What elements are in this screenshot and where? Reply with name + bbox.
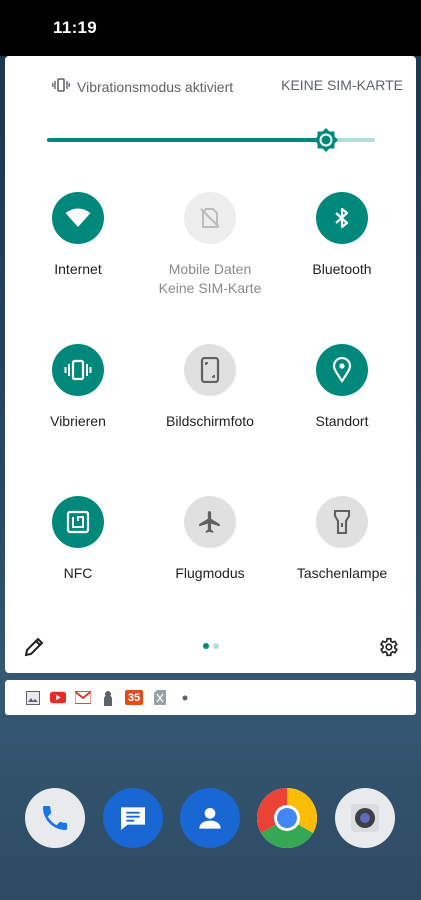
brightness-thumb[interactable] bbox=[313, 127, 339, 153]
location-icon bbox=[316, 344, 368, 396]
tile-location[interactable]: Standort bbox=[277, 344, 407, 431]
carrier-label: KEINE SIM-KARTE bbox=[281, 77, 403, 93]
contacts-icon[interactable] bbox=[180, 788, 240, 848]
bluetooth-icon bbox=[316, 192, 368, 244]
tile-airplane-label: Flugmodus bbox=[175, 565, 245, 581]
person-icon bbox=[100, 690, 116, 706]
more-dot-icon bbox=[177, 690, 193, 706]
tile-vibrate-label: Vibrieren bbox=[50, 413, 106, 429]
calendar-icon: 35 bbox=[125, 690, 143, 705]
brightness-slider[interactable] bbox=[47, 126, 375, 154]
page-dot bbox=[213, 643, 219, 649]
settings-gear-icon[interactable] bbox=[377, 636, 399, 658]
youtube-icon bbox=[50, 690, 66, 706]
tile-screenshot[interactable]: Bildschirmfoto bbox=[145, 344, 275, 431]
page-dot bbox=[203, 643, 209, 649]
home-dock bbox=[0, 788, 421, 850]
edit-icon[interactable] bbox=[23, 636, 45, 658]
tile-flashlight[interactable]: Taschenlampe bbox=[277, 496, 407, 583]
tile-screenshot-label: Bildschirmfoto bbox=[166, 413, 254, 429]
tile-mobile-data-sublabel: Keine SIM-Karte bbox=[158, 280, 262, 296]
wifi-icon bbox=[52, 192, 104, 244]
tile-bluetooth-label: Bluetooth bbox=[312, 261, 372, 277]
tile-mobile-data[interactable]: Mobile Daten Keine SIM-Karte bbox=[145, 192, 275, 298]
gmail-icon bbox=[75, 690, 91, 706]
vibrate-small-icon bbox=[52, 77, 70, 96]
camera-icon[interactable] bbox=[335, 788, 395, 848]
brightness-icon bbox=[314, 128, 338, 152]
airplane-icon bbox=[184, 496, 236, 548]
clock: 11:19 bbox=[53, 18, 98, 37]
tile-vibrate[interactable]: Vibrieren bbox=[13, 344, 143, 431]
tile-nfc[interactable]: NFC bbox=[13, 496, 143, 583]
messages-icon[interactable] bbox=[103, 788, 163, 848]
page-indicator bbox=[203, 643, 219, 649]
tile-flashlight-label: Taschenlampe bbox=[296, 565, 388, 581]
tile-mobile-data-label: Mobile Daten bbox=[168, 261, 252, 277]
notification-icons-bar[interactable]: 35 bbox=[5, 680, 416, 715]
gallery-icon bbox=[25, 690, 41, 706]
phone-icon[interactable] bbox=[25, 788, 85, 848]
tile-airplane[interactable]: Flugmodus bbox=[145, 496, 275, 583]
nfc-icon bbox=[52, 496, 104, 548]
vibration-status: Vibrationsmodus aktiviert bbox=[52, 77, 233, 96]
screenshot-icon bbox=[184, 344, 236, 396]
flashlight-icon bbox=[316, 496, 368, 548]
sim-icon bbox=[152, 690, 168, 706]
mobile-data-icon bbox=[184, 192, 236, 244]
tile-location-label: Standort bbox=[315, 413, 369, 429]
tile-bluetooth[interactable]: Bluetooth bbox=[277, 192, 407, 279]
vibrate-icon bbox=[52, 344, 104, 396]
status-bar: 11:19 bbox=[0, 0, 421, 56]
tile-internet-label: Internet bbox=[54, 261, 102, 277]
chrome-icon[interactable] bbox=[257, 788, 317, 848]
tile-internet[interactable]: Internet bbox=[13, 192, 143, 279]
brightness-fill bbox=[47, 138, 326, 142]
tile-nfc-label: NFC bbox=[63, 565, 93, 581]
vibration-status-text: Vibrationsmodus aktiviert bbox=[77, 78, 234, 95]
quick-settings-panel: Vibrationsmodus aktiviert KEINE SIM-KART… bbox=[5, 56, 416, 673]
